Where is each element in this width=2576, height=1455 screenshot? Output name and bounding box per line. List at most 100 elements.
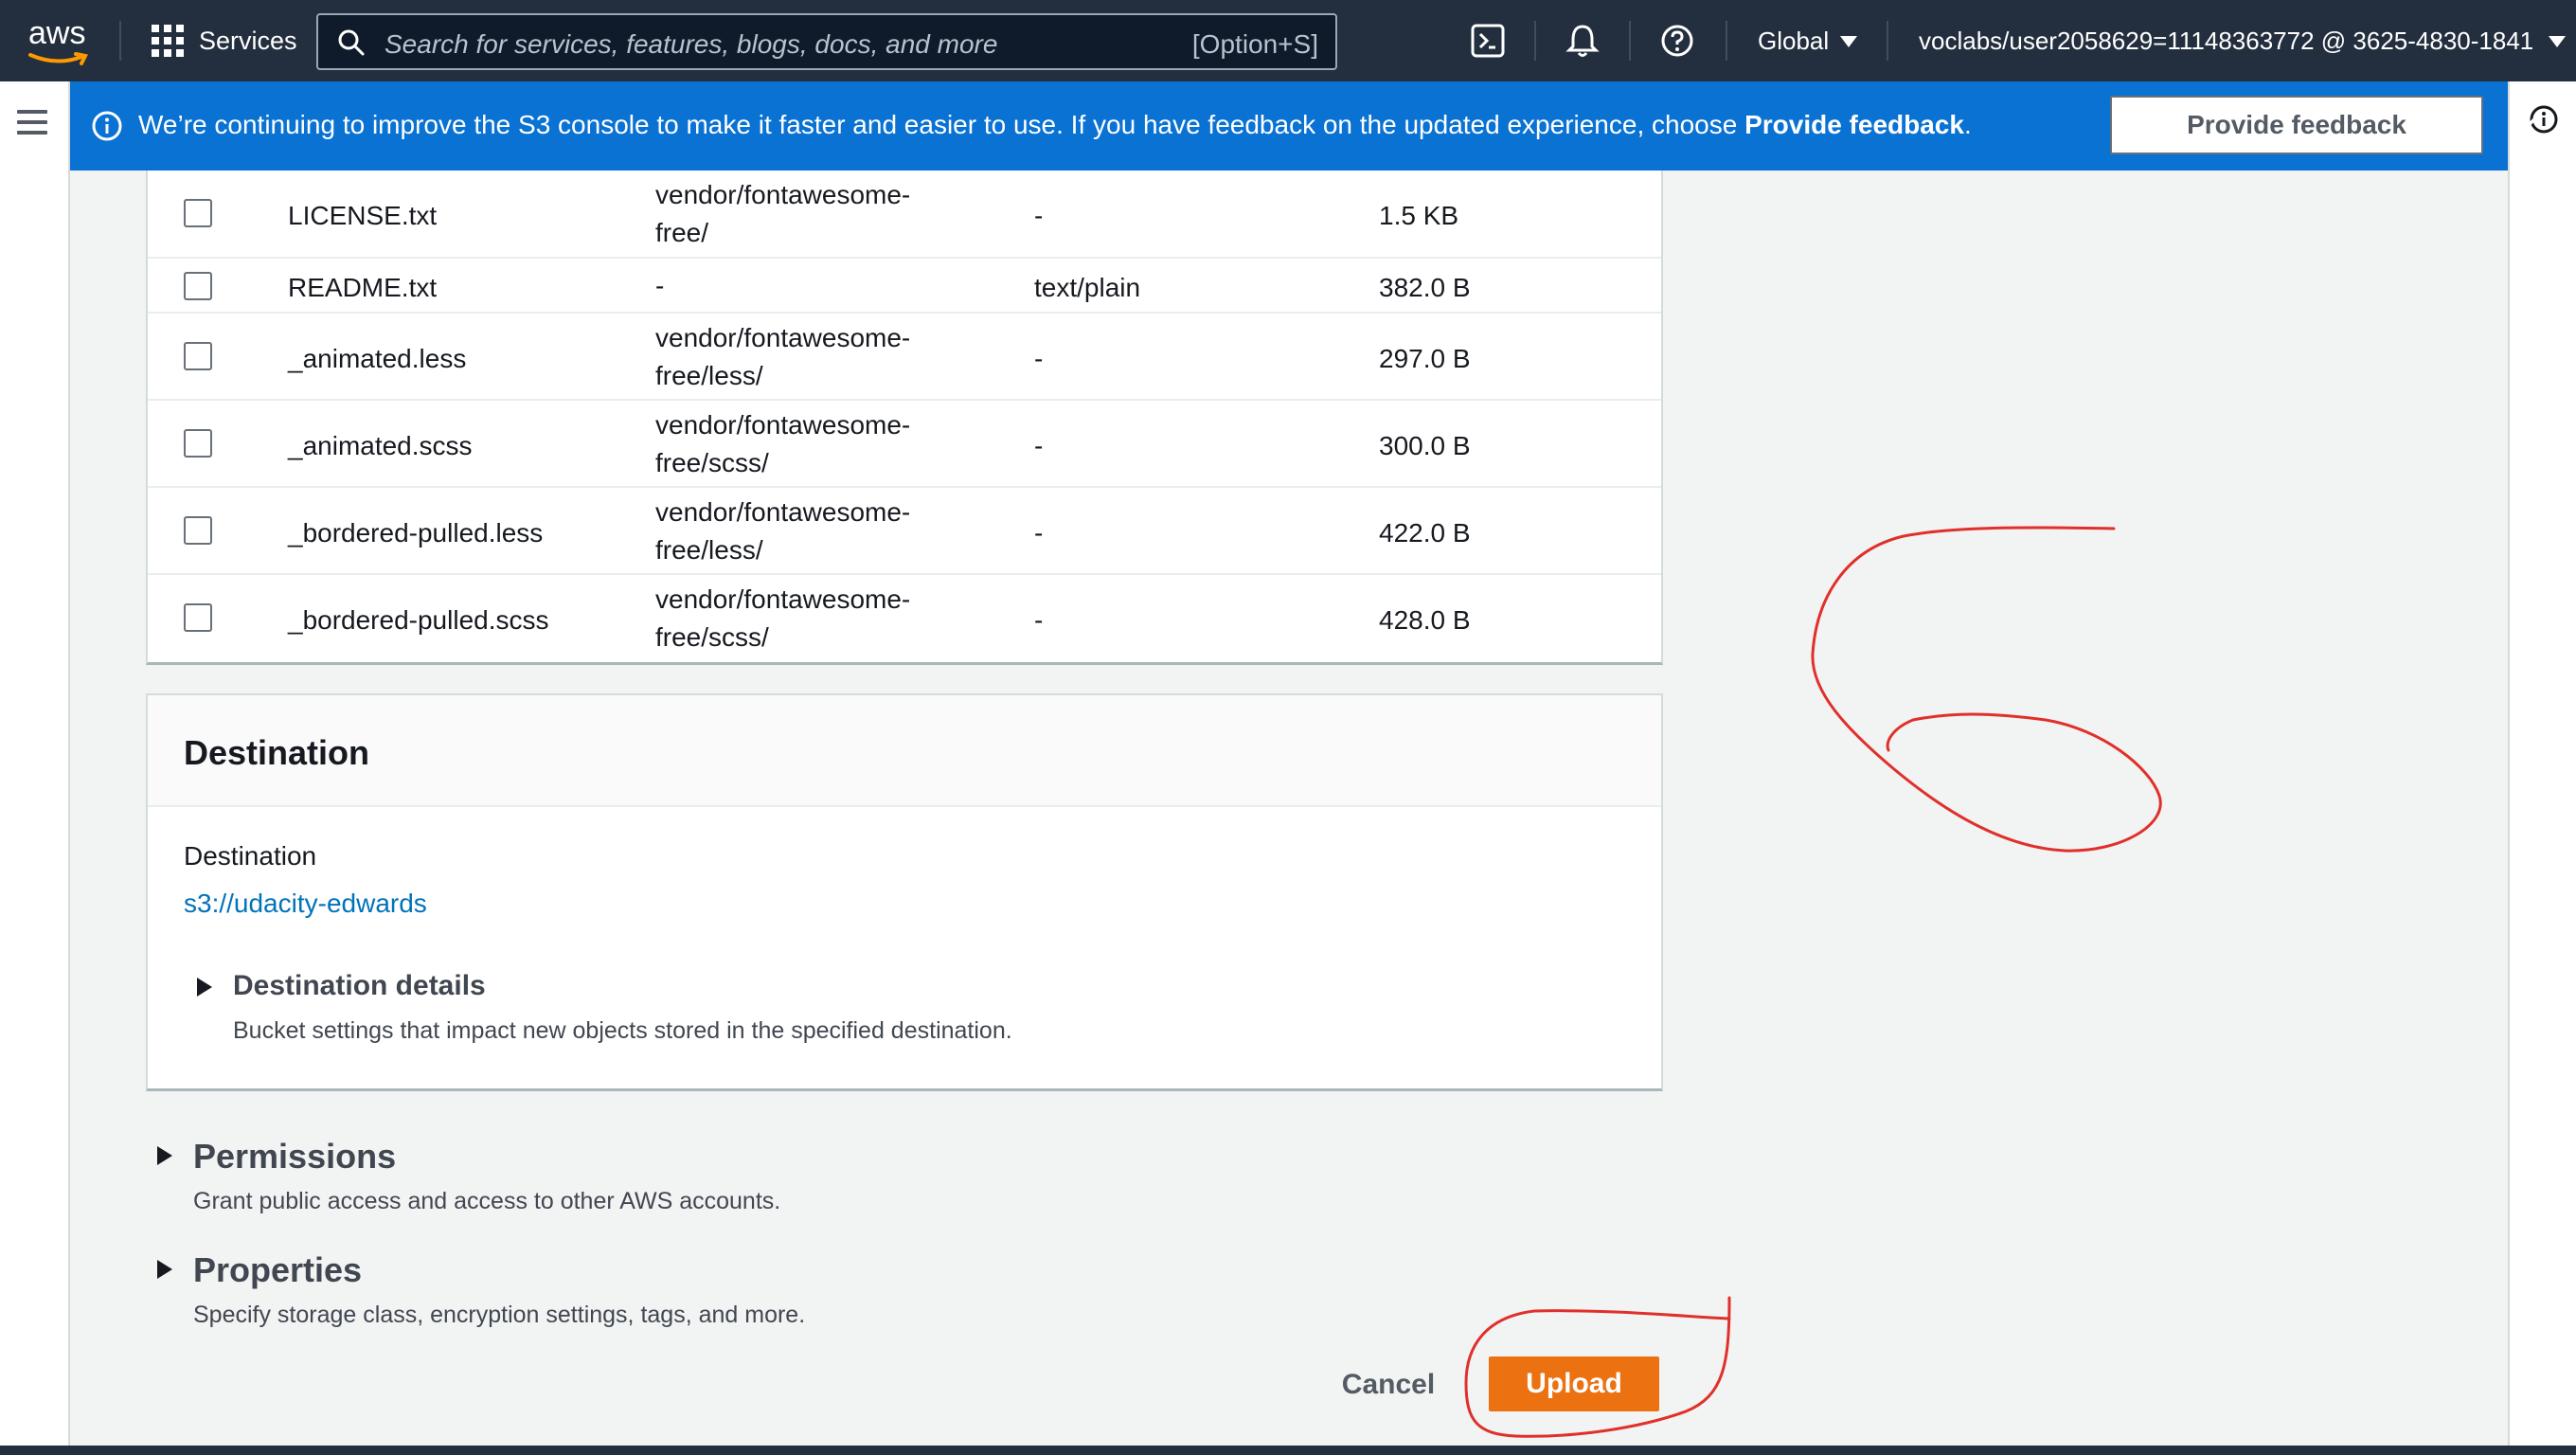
bell-icon[interactable] — [1565, 23, 1601, 59]
row-checkbox[interactable] — [184, 272, 212, 300]
table-row: LICENSE.txt vendor/fontawesome-free/ - 1… — [148, 171, 1661, 259]
file-name: _bordered-pulled.less — [288, 518, 544, 548]
folder-line: free/scss/ — [655, 622, 769, 652]
flash-banner: We’re continuing to improve the S3 conso… — [70, 81, 2541, 171]
left-rail — [0, 81, 70, 1446]
file-folder: vendor/fontawesome-free/scss/ — [655, 581, 977, 656]
table-row: _animated.less vendor/fontawesome-free/l… — [148, 314, 1661, 401]
cancel-button[interactable]: Cancel — [1322, 1360, 1455, 1410]
file-name: _bordered-pulled.scss — [288, 605, 549, 635]
file-type: - — [1034, 605, 1044, 635]
folder-line: free/less/ — [655, 361, 763, 390]
file-folder: vendor/fontawesome-free/scss/ — [655, 406, 977, 482]
row-checkbox[interactable] — [184, 342, 212, 370]
file-type: - — [1034, 518, 1044, 548]
table-row: _bordered-pulled.scss vendor/fontawesome… — [148, 575, 1661, 662]
caret-right-icon[interactable] — [157, 1260, 172, 1279]
region-label: Global — [1758, 27, 1830, 55]
flash-text: We’re continuing to improve the S3 conso… — [138, 110, 1745, 139]
caret-down-icon — [1840, 35, 1858, 47]
file-name: LICENSE.txt — [288, 201, 438, 230]
account-label: voclabs/user2058629=11148363772 @ 3625-4… — [1919, 27, 2534, 55]
caret-down-icon — [2549, 35, 2567, 47]
nav-divider — [1629, 21, 1631, 61]
search-icon — [338, 29, 365, 56]
permissions-desc: Grant public access and access to other … — [193, 1188, 781, 1214]
cloudshell-icon[interactable] — [1470, 23, 1506, 59]
search-placeholder: Search for services, features, blogs, do… — [385, 29, 998, 59]
file-type: text/plain — [1034, 273, 1141, 302]
file-name: _animated.less — [288, 344, 467, 373]
file-size: 422.0 B — [1379, 518, 1471, 548]
top-navigation: aws Services Search for services, featur… — [0, 0, 2576, 81]
files-table: LICENSE.txt vendor/fontawesome-free/ - 1… — [146, 171, 1663, 665]
folder-line: vendor/fontawesome- — [655, 497, 911, 527]
row-checkbox[interactable] — [184, 429, 212, 458]
aws-logo-text: aws — [28, 15, 86, 51]
search-shortcut: [Option+S] — [1191, 29, 1318, 59]
table-row: README.txt - text/plain 382.0 B — [148, 259, 1661, 314]
nav-divider — [1726, 21, 1727, 61]
file-size: 300.0 B — [1379, 431, 1471, 460]
folder-line: vendor/fontawesome- — [655, 584, 911, 614]
flash-message: We’re continuing to improve the S3 conso… — [138, 110, 1972, 140]
properties-toggle[interactable]: Properties — [193, 1250, 362, 1290]
flash-text-bold: Provide feedback — [1744, 110, 1964, 139]
file-folder: vendor/fontawesome-free/less/ — [655, 319, 977, 395]
caret-right-icon[interactable] — [197, 978, 212, 997]
file-size: 382.0 B — [1379, 273, 1471, 302]
destination-title: Destination — [184, 733, 370, 772]
folder-line: free/ — [655, 218, 709, 247]
nav-divider — [1534, 21, 1536, 61]
properties-desc: Specify storage class, encryption settin… — [193, 1302, 806, 1328]
nav-divider — [1887, 21, 1888, 61]
row-checkbox[interactable] — [184, 199, 212, 227]
destination-details-toggle[interactable]: Destination details — [233, 970, 486, 1002]
help-icon[interactable] — [1659, 23, 1695, 59]
file-name: _animated.scss — [288, 431, 473, 460]
destination-label: Destination — [184, 841, 317, 871]
file-name: README.txt — [288, 273, 438, 302]
destination-details-desc: Bucket settings that impact new objects … — [233, 1017, 1012, 1044]
table-row: _bordered-pulled.less vendor/fontawesome… — [148, 488, 1661, 575]
search-input[interactable]: Search for services, features, blogs, do… — [316, 13, 1337, 70]
file-size: 297.0 B — [1379, 344, 1471, 373]
file-type: - — [1034, 201, 1044, 230]
destination-header: Destination — [148, 695, 1661, 807]
aws-smile-icon — [28, 52, 88, 65]
right-rail — [2508, 81, 2576, 1446]
table-row: _animated.scss vendor/fontawesome-free/s… — [148, 401, 1661, 488]
folder-line: vendor/fontawesome- — [655, 410, 911, 440]
services-menu-button[interactable]: Services — [152, 25, 297, 57]
account-menu[interactable]: voclabs/user2058629=11148363772 @ 3625-4… — [1919, 27, 2567, 56]
file-folder: vendor/fontawesome-free/ — [655, 176, 977, 252]
grid-icon — [152, 25, 184, 57]
file-type: - — [1034, 431, 1044, 460]
nav-divider — [119, 21, 121, 61]
services-label: Services — [199, 26, 297, 55]
provide-feedback-button[interactable]: Provide feedback — [2110, 96, 2483, 154]
info-icon — [92, 111, 122, 141]
file-size: 428.0 B — [1379, 605, 1471, 635]
close-icon[interactable] — [2512, 110, 2544, 142]
destination-card: Destination Destination s3://udacity-edw… — [146, 693, 1663, 1091]
upload-button[interactable]: Upload — [1489, 1356, 1659, 1411]
file-size: 1.5 KB — [1379, 201, 1459, 230]
hamburger-menu-icon[interactable] — [17, 110, 47, 135]
bottom-bar — [0, 1446, 2576, 1455]
row-checkbox[interactable] — [184, 516, 212, 545]
aws-logo[interactable]: aws — [28, 13, 95, 68]
folder-line: vendor/fontawesome- — [655, 180, 911, 209]
destination-link[interactable]: s3://udacity-edwards — [184, 889, 427, 919]
file-type: - — [1034, 344, 1044, 373]
row-checkbox[interactable] — [184, 603, 212, 632]
folder-line: vendor/fontawesome- — [655, 323, 911, 352]
region-selector[interactable]: Global — [1758, 27, 1858, 56]
file-folder: vendor/fontawesome-free/less/ — [655, 494, 977, 569]
folder-line: free/scss/ — [655, 448, 769, 477]
folder-line: free/less/ — [655, 535, 763, 565]
caret-right-icon[interactable] — [157, 1146, 172, 1165]
file-folder: - — [655, 267, 977, 305]
permissions-toggle[interactable]: Permissions — [193, 1137, 396, 1177]
folder-line: - — [655, 271, 665, 300]
